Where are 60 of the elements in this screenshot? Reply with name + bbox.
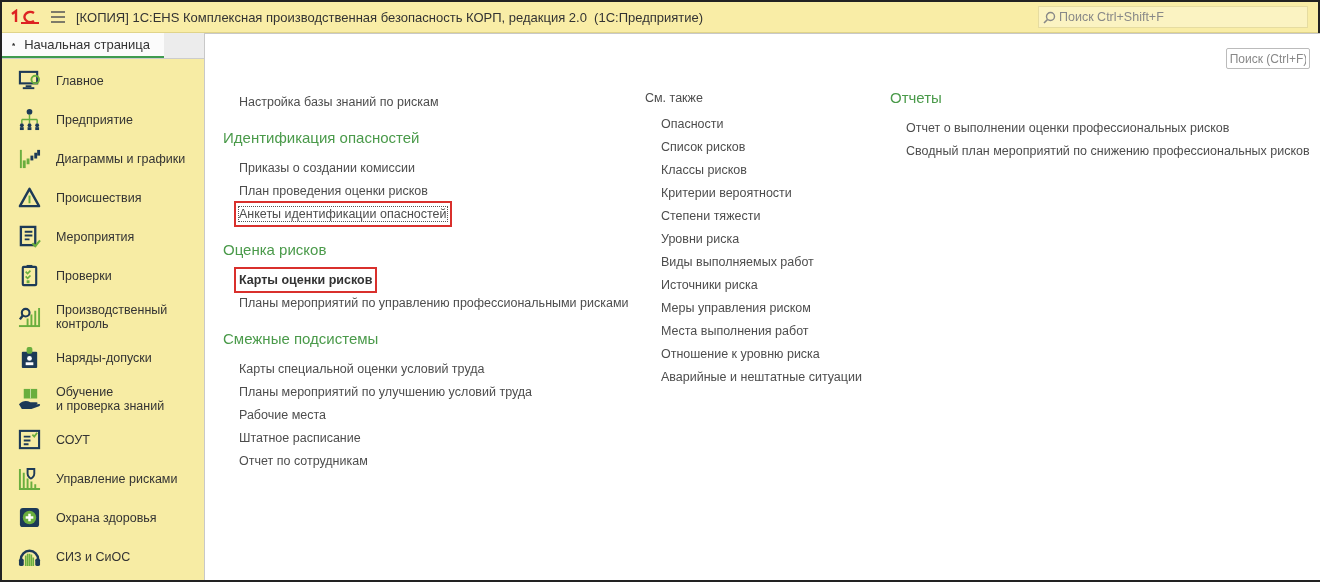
nav-link[interactable]: Приказы о создании комиссии <box>239 161 415 175</box>
shield-chart-icon <box>18 467 41 490</box>
nav-link[interactable]: Критерии вероятности <box>661 186 792 200</box>
nav-link[interactable]: Источники риска <box>661 278 758 292</box>
search-icon <box>1043 11 1056 24</box>
medical-cross-icon <box>18 506 41 529</box>
org-chart-icon <box>18 108 41 131</box>
nav-link[interactable]: Опасности <box>661 117 724 131</box>
bar-chart-icon <box>18 147 41 170</box>
nav-link[interactable]: План проведения оценки рисков <box>239 184 428 198</box>
nav-link[interactable]: Уровни риска <box>661 232 740 246</box>
nav-link[interactable]: Отчет по сотрудникам <box>239 454 368 468</box>
nav-link[interactable]: Планы мероприятий по управлению профессиональными рисками <box>239 296 629 310</box>
nav-link[interactable]: Степени тяжести <box>661 209 761 223</box>
section-heading: Смежные подсистемы <box>223 329 380 349</box>
nav-link[interactable]: Сводный план мероприятий по снижению профессиональных рисков <box>906 144 1310 158</box>
sidebar-item[interactable]: Охрана здоровья <box>2 498 204 537</box>
nav-link[interactable]: Виды выполняемых работ <box>661 255 814 269</box>
nav-link[interactable]: Места выполнения работ <box>661 324 809 338</box>
sidebar-item[interactable]: Обучение и проверка знаний <box>2 377 204 420</box>
search-field[interactable]: Поиск Ctrl+Shift+F <box>1038 6 1308 28</box>
nav-link[interactable]: Отчет о выполнении оценки профессиональных рисков <box>906 121 1230 135</box>
nav-link[interactable]: Штатное расписание <box>239 431 361 445</box>
form-icon <box>18 428 41 451</box>
section-heading: Оценка рисков <box>223 240 328 260</box>
warning-icon <box>18 186 41 209</box>
sidebar-item[interactable]: СОУТ <box>2 420 204 459</box>
section-heading: Идентификация опасностей <box>223 128 421 148</box>
nav-link[interactable]: Отношение к уровню риска <box>661 347 820 361</box>
sidebar-item[interactable]: Проверки <box>2 256 204 295</box>
magnifier-chart-icon <box>18 305 41 328</box>
search-field[interactable]: Поиск (Ctrl+F) <box>1225 48 1310 69</box>
sidebar-item[interactable]: Происшествия <box>2 178 204 217</box>
sidebar-item[interactable]: Мероприятия <box>2 217 204 256</box>
menu-icon[interactable] <box>50 10 66 24</box>
nav-link[interactable]: Меры управления риском <box>661 301 811 315</box>
sidebar-item[interactable]: Главное <box>2 61 204 100</box>
monitor-icon <box>18 69 41 92</box>
nav-link[interactable]: Аварийные и нештатные ситуации <box>661 370 862 384</box>
section-heading: См. также <box>645 90 704 107</box>
nav-link[interactable]: Карты оценки рисков <box>239 273 373 287</box>
nav-link[interactable]: Планы мероприятий по улучшению условий труда <box>239 385 533 399</box>
sidebar-item[interactable]: Диаграммы и графики <box>2 139 204 178</box>
home-tab[interactable]: Начальная страница <box>2 33 164 58</box>
nav-link[interactable]: Анкеты идентификации опасностей <box>239 207 447 221</box>
nav-link[interactable]: Рабочие места <box>239 408 326 422</box>
sidebar-item[interactable]: СИЗ и СиОС <box>2 537 204 576</box>
nav-link[interactable]: Настройка базы знаний по рискам <box>239 95 439 109</box>
nav-link[interactable]: Классы рисков <box>661 163 747 177</box>
nav-link[interactable]: Карты специальной оценки условий труда <box>239 362 485 376</box>
checklist-icon <box>18 225 41 248</box>
logo-icon[interactable] <box>10 9 40 25</box>
nav-link[interactable]: Список рисков <box>661 140 746 154</box>
sidebar-item[interactable]: Управление рисками <box>2 459 204 498</box>
window-title: [КОПИЯ] 1С:EHS Комплексная производственная безопасность КОРП, редакция 2.0 (1С:Предприятие) <box>76 9 705 25</box>
sidebar-item[interactable]: Наряды-допуски <box>2 338 204 377</box>
sidebar-item[interactable]: Производственный контроль <box>2 295 204 338</box>
section-heading: Отчеты <box>890 88 943 108</box>
book-hand-icon <box>18 387 41 410</box>
sidebar-item[interactable]: Предприятие <box>2 100 204 139</box>
